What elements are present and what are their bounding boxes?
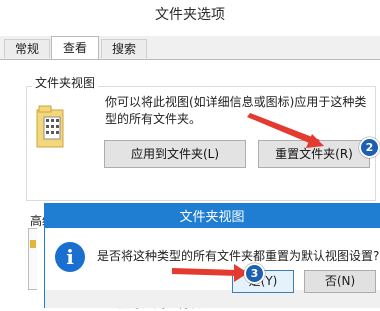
tab-general[interactable]: 常规	[4, 39, 50, 58]
apply-to-folders-button[interactable]: 应用到文件夹(L)	[104, 140, 246, 168]
folder-view-group-title: 文件夹视图	[32, 74, 99, 91]
folder-view-icon	[36, 105, 64, 148]
folder-options-window: 文件夹选项 常规 查看 搜索 文件夹视图 你可以将此视图(如详细信息或图标)应用…	[0, 0, 380, 310]
reset-folders-button[interactable]: 重置文件夹(R)	[258, 140, 370, 168]
dialog-message: 是否将这种类型的所有文件夹都重置为默认视图设置?	[97, 249, 380, 263]
tab-search[interactable]: 搜索	[101, 39, 147, 58]
step-3-badge: 3	[244, 263, 265, 284]
dialog-title: 文件夹视图	[179, 210, 245, 225]
window-title: 文件夹选项	[155, 7, 225, 23]
tree-folder-icon	[30, 240, 36, 248]
step-2-badge: 2	[359, 137, 380, 158]
advanced-settings-tree[interactable]	[28, 228, 37, 290]
reset-confirm-dialog: 文件夹视图 i 是否将这种类型的所有文件夹都重置为默认视图设置? 是(Y) 否(…	[44, 203, 380, 308]
window-title-bar: 文件夹选项	[0, 0, 380, 36]
tab-view[interactable]: 查看	[51, 36, 99, 60]
dialog-body: i 是否将这种类型的所有文件夹都重置为默认视图设置?	[44, 228, 380, 308]
dialog-title-bar: 文件夹视图	[44, 203, 380, 228]
info-icon: i	[55, 242, 85, 272]
folder-view-description: 你可以将此视图(如详细信息或图标)应用于这种类型的所有文件夹。	[105, 95, 367, 126]
no-button[interactable]: 否(N)	[304, 270, 376, 293]
tab-strip: 常规 查看 搜索	[0, 36, 380, 60]
